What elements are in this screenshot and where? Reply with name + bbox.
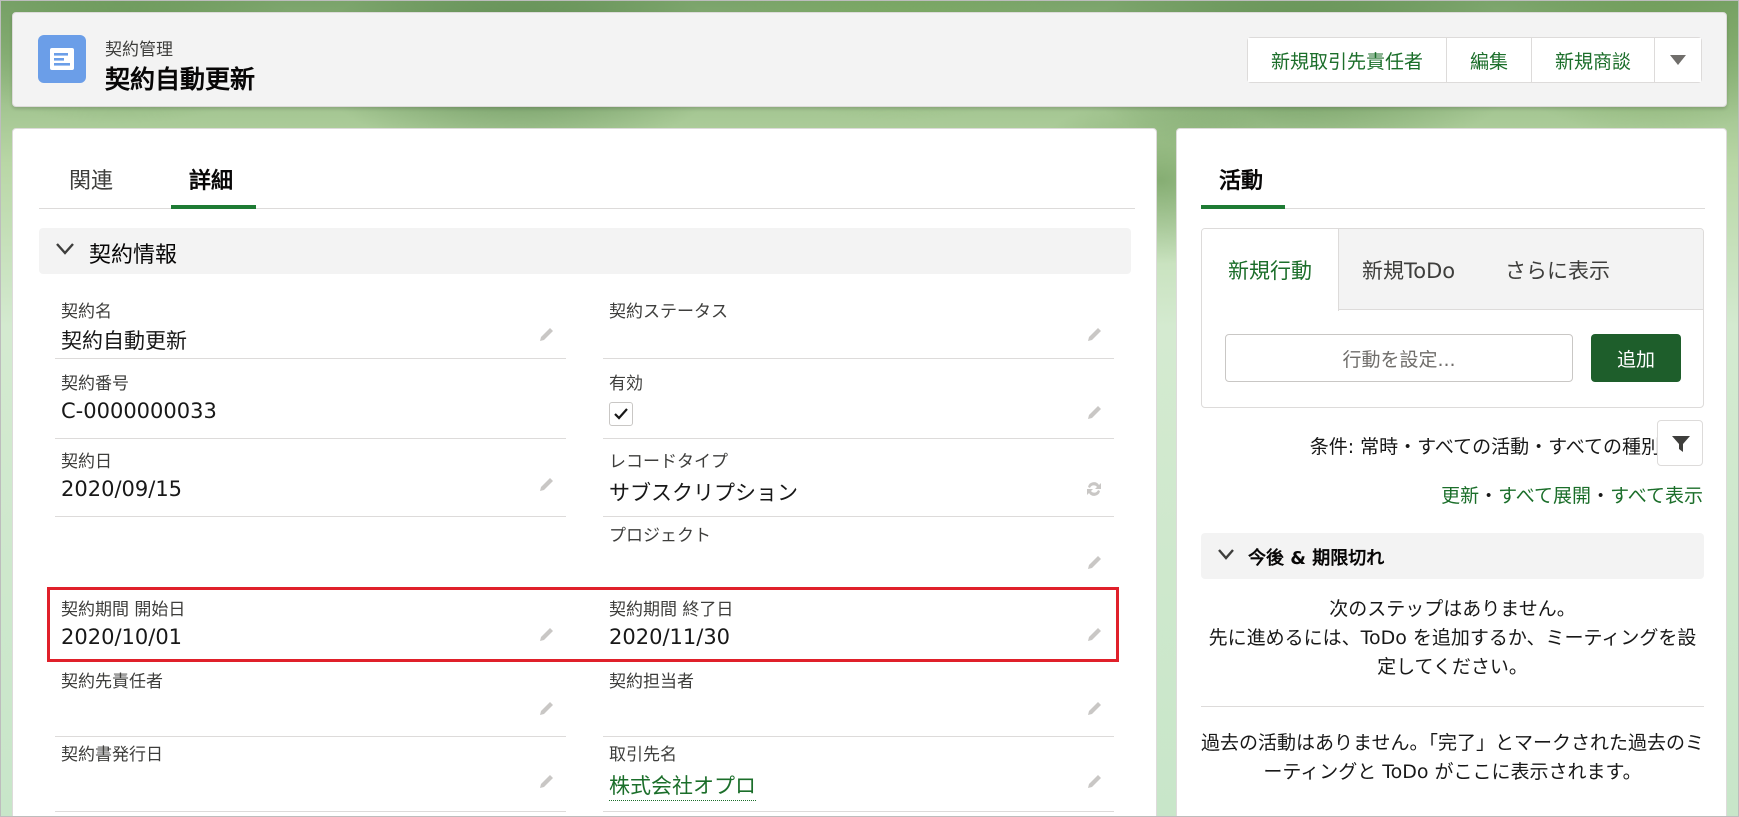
field-value: C-0000000033 xyxy=(61,399,217,423)
pencil-icon[interactable] xyxy=(1086,553,1104,571)
chevron-down-icon xyxy=(1218,549,1234,560)
next-steps-hint-text: 先に進めるには、ToDo を追加するか、ミーティングを設定してください。 xyxy=(1208,627,1697,678)
field-contract-number: 契約番号 C-0000000033 xyxy=(55,369,566,439)
checkmark-icon xyxy=(614,408,628,420)
activity-tabs: 活動 xyxy=(1201,129,1705,209)
pencil-icon[interactable] xyxy=(538,772,556,790)
active-tab-indicator xyxy=(1201,205,1285,209)
object-type-label: 契約管理 xyxy=(105,40,173,60)
field-label: 契約期間 終了日 xyxy=(609,600,734,620)
new-opportunity-button[interactable]: 新規商談 xyxy=(1531,38,1655,82)
field-label: 契約先責任者 xyxy=(61,672,163,692)
link-separator: ・ xyxy=(1591,485,1611,507)
refresh-link[interactable]: 更新 xyxy=(1441,485,1479,507)
field-value: 契約自動更新 xyxy=(61,329,187,353)
field-label: レコードタイプ xyxy=(609,452,728,472)
field-value: サブスクリプション xyxy=(609,481,798,505)
filter-icon xyxy=(1672,436,1690,452)
new-contact-button[interactable]: 新規取引先責任者 xyxy=(1247,38,1447,82)
chevron-down-icon xyxy=(56,243,74,255)
field-label: 契約名 xyxy=(61,302,112,322)
pencil-icon[interactable] xyxy=(1086,403,1104,421)
show-all-link[interactable]: すべて表示 xyxy=(1610,485,1703,507)
field-label: 契約ステータス xyxy=(609,302,728,322)
field-label: 取引先名 xyxy=(609,745,677,765)
field-value: 2020/09/15 xyxy=(61,477,183,501)
edit-button[interactable]: 編集 xyxy=(1446,38,1532,82)
chevron-down-icon xyxy=(1670,55,1686,65)
more-actions-button[interactable] xyxy=(1655,38,1701,82)
pencil-icon[interactable] xyxy=(1086,325,1104,343)
expand-all-link[interactable]: すべて展開 xyxy=(1498,485,1591,507)
no-next-steps-text: 次のステップはありません。 xyxy=(1329,598,1576,620)
account-name-link[interactable]: 株式会社オプロ xyxy=(609,770,756,801)
field-issue-date: 契約書発行日 xyxy=(55,740,566,812)
record-detail-card: 関連 詳細 契約情報 契約名 契約自動更新 契約ステータス 契約番号 C-000… xyxy=(12,128,1157,817)
field-label: 有効 xyxy=(609,374,643,394)
field-contract-status: 契約ステータス xyxy=(603,297,1114,359)
pencil-icon[interactable] xyxy=(538,325,556,343)
section-title: 契約情報 xyxy=(89,243,178,268)
link-separator: ・ xyxy=(1479,485,1499,507)
activity-publisher: 新規行動 新規ToDo さらに表示 行動を設定... 追加 xyxy=(1201,228,1704,408)
change-record-type-icon[interactable] xyxy=(1084,479,1104,499)
section-title: 今後 & 期限切れ xyxy=(1248,548,1385,569)
record-title: 契約自動更新 xyxy=(105,65,256,94)
active-tab-indicator xyxy=(171,205,256,209)
pencil-icon[interactable] xyxy=(538,699,556,717)
header-actions: 新規取引先責任者 編集 新規商談 xyxy=(1246,37,1702,83)
field-account-name: 取引先名 株式会社オプロ xyxy=(603,740,1114,812)
field-label: プロジェクト xyxy=(609,526,711,546)
record-tabs: 関連 詳細 xyxy=(39,129,1135,209)
section-contract-info[interactable]: 契約情報 xyxy=(39,228,1131,274)
field-contract-date: 契約日 2020/09/15 xyxy=(55,447,566,517)
field-value: 2020/11/30 xyxy=(609,625,731,649)
tab-details[interactable]: 詳細 xyxy=(189,163,233,195)
field-active: 有効 xyxy=(603,369,1114,439)
tab-new-event[interactable]: 新規行動 xyxy=(1202,229,1339,311)
pencil-icon[interactable] xyxy=(1086,772,1104,790)
field-record-type: レコードタイプ サブスクリプション xyxy=(603,447,1114,517)
tab-more[interactable]: さらに表示 xyxy=(1505,229,1610,310)
field-label: 契約番号 xyxy=(61,374,129,394)
event-input[interactable]: 行動を設定... xyxy=(1225,334,1573,382)
active-checkbox xyxy=(609,402,633,426)
pencil-icon[interactable] xyxy=(538,475,556,493)
field-value: 2020/10/01 xyxy=(61,625,183,649)
section-upcoming[interactable]: 今後 & 期限切れ xyxy=(1201,533,1704,579)
field-owner: 契約担当者 xyxy=(603,667,1114,737)
field-end-date: 契約期間 終了日 2020/11/30 xyxy=(603,595,1114,665)
filter-button[interactable] xyxy=(1657,420,1703,466)
field-label: 契約書発行日 xyxy=(61,745,163,765)
contract-icon xyxy=(38,35,86,83)
field-project: プロジェクト xyxy=(603,521,1114,593)
tab-related[interactable]: 関連 xyxy=(69,163,113,195)
filter-text: 条件: 常時・すべての活動・すべての種別 xyxy=(1309,436,1660,458)
field-customer-contact: 契約先責任者 xyxy=(55,667,566,737)
pencil-icon[interactable] xyxy=(538,625,556,643)
tab-activity[interactable]: 活動 xyxy=(1219,163,1263,195)
publisher-tabs: 新規行動 新規ToDo さらに表示 xyxy=(1202,229,1703,311)
field-contract-name: 契約名 契約自動更新 xyxy=(55,297,566,359)
field-label: 契約担当者 xyxy=(609,672,694,692)
field-label: 契約期間 開始日 xyxy=(61,600,186,620)
tab-new-todo[interactable]: 新規ToDo xyxy=(1362,229,1455,310)
activity-panel: 活動 新規行動 新規ToDo さらに表示 行動を設定... 追加 条件: 常時・… xyxy=(1176,128,1727,817)
field-label: 契約日 xyxy=(61,452,112,472)
add-button[interactable]: 追加 xyxy=(1591,334,1681,382)
field-start-date: 契約期間 開始日 2020/10/01 xyxy=(55,595,566,665)
divider xyxy=(1201,706,1704,707)
pencil-icon[interactable] xyxy=(1086,699,1104,717)
activity-links: 更新・すべて展開・すべて表示 xyxy=(1441,481,1703,508)
pencil-icon[interactable] xyxy=(1086,625,1104,643)
no-past-activity-text: 過去の活動はありません。「完了」とマークされた過去のミーティングと ToDo が… xyxy=(1201,732,1704,783)
record-header: 契約管理 契約自動更新 新規取引先責任者 編集 新規商談 xyxy=(12,12,1727,107)
